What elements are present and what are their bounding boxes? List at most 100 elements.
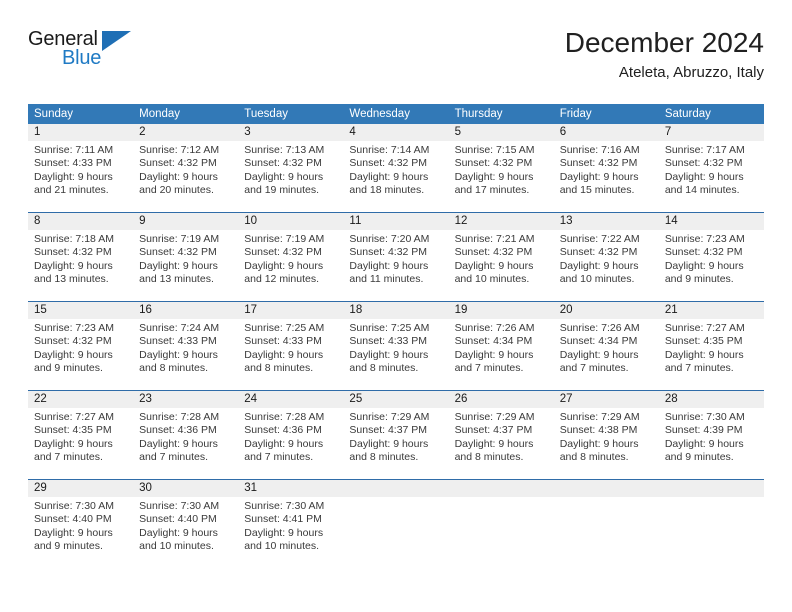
day-cell[interactable]: Sunrise: 7:23 AM Sunset: 4:32 PM Daylight:… bbox=[28, 319, 133, 381]
day-sunset-text: Sunset: 4:37 PM bbox=[454, 424, 533, 437]
day-daylight-text: Daylight: 9 hours bbox=[664, 259, 744, 272]
day-daylight-text: and 9 minutes. bbox=[34, 540, 103, 553]
day-cell[interactable]: Sunrise: 7:22 AM Sunset: 4:32 PM Daylight:… bbox=[554, 230, 659, 292]
day-cell[interactable]: Sunrise: 7:19 AM Sunset: 4:32 PM Daylight:… bbox=[133, 230, 238, 292]
day-sunrise-text: Sunrise: 7:28 AM bbox=[244, 411, 325, 423]
day-number[interactable]: 26 bbox=[449, 391, 554, 408]
day-cell[interactable]: Sunrise: 7:24 AM Sunset: 4:33 PM Daylight:… bbox=[133, 319, 238, 381]
day-daylight-text: Daylight: 9 hours bbox=[559, 259, 639, 272]
day-number[interactable]: 2 bbox=[133, 124, 238, 141]
day-number[interactable]: 17 bbox=[238, 302, 343, 319]
brand-name-blue: Blue bbox=[62, 47, 102, 69]
weekday-header-tuesday: Tuesday bbox=[244, 108, 288, 120]
day-cell[interactable]: Sunrise: 7:17 AM Sunset: 4:32 PM Daylight:… bbox=[659, 141, 764, 203]
day-cell[interactable]: Sunrise: 7:26 AM Sunset: 4:34 PM Daylight:… bbox=[449, 319, 554, 381]
day-sunset-text: Sunset: 4:32 PM bbox=[34, 335, 112, 348]
day-cell[interactable]: Sunrise: 7:11 AM Sunset: 4:33 PM Daylight:… bbox=[28, 141, 133, 203]
day-number[interactable]: 5 bbox=[449, 124, 554, 141]
day-number[interactable]: 31 bbox=[238, 480, 343, 497]
day-cell[interactable]: Sunrise: 7:28 AM Sunset: 4:36 PM Daylight:… bbox=[238, 408, 343, 470]
day-number[interactable]: 12 bbox=[449, 213, 554, 230]
day-sunrise-text: Sunrise: 7:14 AM bbox=[349, 144, 430, 156]
day-number[interactable]: 22 bbox=[28, 391, 133, 408]
day-number[interactable]: 14 bbox=[659, 213, 764, 230]
day-cell[interactable]: Sunrise: 7:29 AM Sunset: 4:37 PM Daylight:… bbox=[343, 408, 448, 470]
day-daylight-text: and 14 minutes. bbox=[664, 184, 740, 197]
day-number[interactable]: 7 bbox=[659, 124, 764, 141]
day-daylight-text: Daylight: 9 hours bbox=[454, 170, 534, 183]
day-number[interactable]: 29 bbox=[28, 480, 133, 497]
day-cell[interactable]: Sunrise: 7:13 AM Sunset: 4:32 PM Daylight:… bbox=[238, 141, 343, 203]
day-cell[interactable]: Sunrise: 7:15 AM Sunset: 4:32 PM Daylight:… bbox=[449, 141, 554, 203]
day-daylight-text: Daylight: 9 hours bbox=[349, 348, 429, 361]
page-title: December 2024 bbox=[564, 27, 764, 58]
day-daylight-text: and 7 minutes. bbox=[664, 362, 734, 375]
day-sunrise-text: Sunrise: 7:17 AM bbox=[664, 144, 745, 156]
day-cell[interactable]: Sunrise: 7:12 AM Sunset: 4:32 PM Daylight:… bbox=[133, 141, 238, 203]
day-number-empty bbox=[554, 480, 659, 497]
day-number[interactable]: 9 bbox=[133, 213, 238, 230]
day-daylight-text: Daylight: 9 hours bbox=[664, 348, 744, 361]
day-cell[interactable]: Sunrise: 7:14 AM Sunset: 4:32 PM Daylight:… bbox=[343, 141, 448, 203]
day-cell[interactable]: Sunrise: 7:23 AM Sunset: 4:32 PM Daylight:… bbox=[659, 230, 764, 292]
day-daylight-text: and 7 minutes. bbox=[244, 451, 314, 464]
day-number[interactable]: 3 bbox=[238, 124, 343, 141]
day-number[interactable]: 18 bbox=[343, 302, 448, 319]
day-cell[interactable]: Sunrise: 7:30 AM Sunset: 4:40 PM Daylight:… bbox=[28, 497, 133, 559]
day-cell[interactable]: Sunrise: 7:30 AM Sunset: 4:41 PM Daylight:… bbox=[238, 497, 343, 559]
day-number[interactable]: 6 bbox=[554, 124, 659, 141]
day-number[interactable]: 30 bbox=[133, 480, 238, 497]
day-number[interactable]: 28 bbox=[659, 391, 764, 408]
day-number[interactable]: 11 bbox=[343, 213, 448, 230]
page-subtitle: Ateleta, Abruzzo, Italy bbox=[618, 64, 764, 81]
day-number[interactable]: 10 bbox=[238, 213, 343, 230]
day-sunrise-text: Sunrise: 7:30 AM bbox=[244, 500, 325, 512]
day-number[interactable]: 19 bbox=[449, 302, 554, 319]
day-number[interactable]: 23 bbox=[133, 391, 238, 408]
day-daylight-text: and 20 minutes. bbox=[139, 184, 214, 197]
day-daylight-text: and 7 minutes. bbox=[139, 451, 209, 464]
day-number[interactable]: 16 bbox=[133, 302, 238, 319]
day-daylight-text: and 15 minutes. bbox=[559, 184, 635, 197]
day-cell[interactable]: Sunrise: 7:25 AM Sunset: 4:33 PM Daylight:… bbox=[343, 319, 448, 381]
day-cell[interactable]: Sunrise: 7:20 AM Sunset: 4:32 PM Daylight:… bbox=[343, 230, 448, 292]
day-sunset-text: Sunset: 4:32 PM bbox=[139, 157, 217, 170]
day-daylight-text: Daylight: 9 hours bbox=[559, 348, 639, 361]
day-number[interactable]: 20 bbox=[554, 302, 659, 319]
day-cell[interactable]: Sunrise: 7:27 AM Sunset: 4:35 PM Daylight:… bbox=[659, 319, 764, 381]
day-cell[interactable]: Sunrise: 7:27 AM Sunset: 4:35 PM Daylight:… bbox=[28, 408, 133, 470]
day-sunset-text: Sunset: 4:40 PM bbox=[139, 513, 217, 526]
day-number[interactable]: 13 bbox=[554, 213, 659, 230]
day-sunset-text: Sunset: 4:36 PM bbox=[244, 424, 322, 437]
day-number[interactable]: 21 bbox=[659, 302, 764, 319]
day-cell[interactable]: Sunrise: 7:26 AM Sunset: 4:34 PM Daylight:… bbox=[554, 319, 659, 381]
day-cell[interactable]: Sunrise: 7:29 AM Sunset: 4:37 PM Daylight:… bbox=[449, 408, 554, 470]
day-daylight-text: and 7 minutes. bbox=[454, 362, 524, 375]
day-number[interactable]: 4 bbox=[343, 124, 448, 141]
day-sunset-text: Sunset: 4:37 PM bbox=[349, 424, 428, 437]
day-sunset-text: Sunset: 4:33 PM bbox=[34, 157, 112, 170]
day-cell[interactable]: Sunrise: 7:30 AM Sunset: 4:39 PM Daylight:… bbox=[659, 408, 764, 470]
day-number[interactable]: 27 bbox=[554, 391, 659, 408]
day-cell[interactable]: Sunrise: 7:30 AM Sunset: 4:40 PM Daylight:… bbox=[133, 497, 238, 559]
day-daylight-text: and 12 minutes. bbox=[244, 273, 319, 286]
day-number[interactable]: 24 bbox=[238, 391, 343, 408]
day-info-row: Sunrise: 7:18 AM Sunset: 4:32 PM Daylight:… bbox=[28, 230, 764, 292]
day-cell[interactable]: Sunrise: 7:25 AM Sunset: 4:33 PM Daylight:… bbox=[238, 319, 343, 381]
brand-logo[interactable]: General Blue bbox=[28, 28, 138, 80]
calendar-week-row: 29 30 31 Sunrise: 7:30 AM Sunset: 4:40 PM Day… bbox=[28, 470, 764, 559]
day-number[interactable]: 1 bbox=[28, 124, 133, 141]
day-cell[interactable]: Sunrise: 7:18 AM Sunset: 4:32 PM Daylight:… bbox=[28, 230, 133, 292]
day-number[interactable]: 25 bbox=[343, 391, 448, 408]
day-sunset-text: Sunset: 4:39 PM bbox=[664, 424, 743, 437]
day-cell[interactable]: Sunrise: 7:28 AM Sunset: 4:36 PM Daylight:… bbox=[133, 408, 238, 470]
day-cell[interactable]: Sunrise: 7:21 AM Sunset: 4:32 PM Daylight:… bbox=[449, 230, 554, 292]
title-block: December 2024 Ateleta, Abruzzo, Italy bbox=[565, 26, 764, 83]
day-cell[interactable]: Sunrise: 7:29 AM Sunset: 4:38 PM Daylight:… bbox=[554, 408, 659, 470]
day-number[interactable]: 8 bbox=[28, 213, 133, 230]
day-daylight-text: Daylight: 9 hours bbox=[139, 437, 218, 450]
day-cell[interactable]: Sunrise: 7:19 AM Sunset: 4:32 PM Daylight:… bbox=[238, 230, 343, 292]
day-daylight-text: Daylight: 9 hours bbox=[349, 170, 429, 183]
day-number[interactable]: 15 bbox=[28, 302, 133, 319]
day-cell[interactable]: Sunrise: 7:16 AM Sunset: 4:32 PM Daylight:… bbox=[554, 141, 659, 203]
